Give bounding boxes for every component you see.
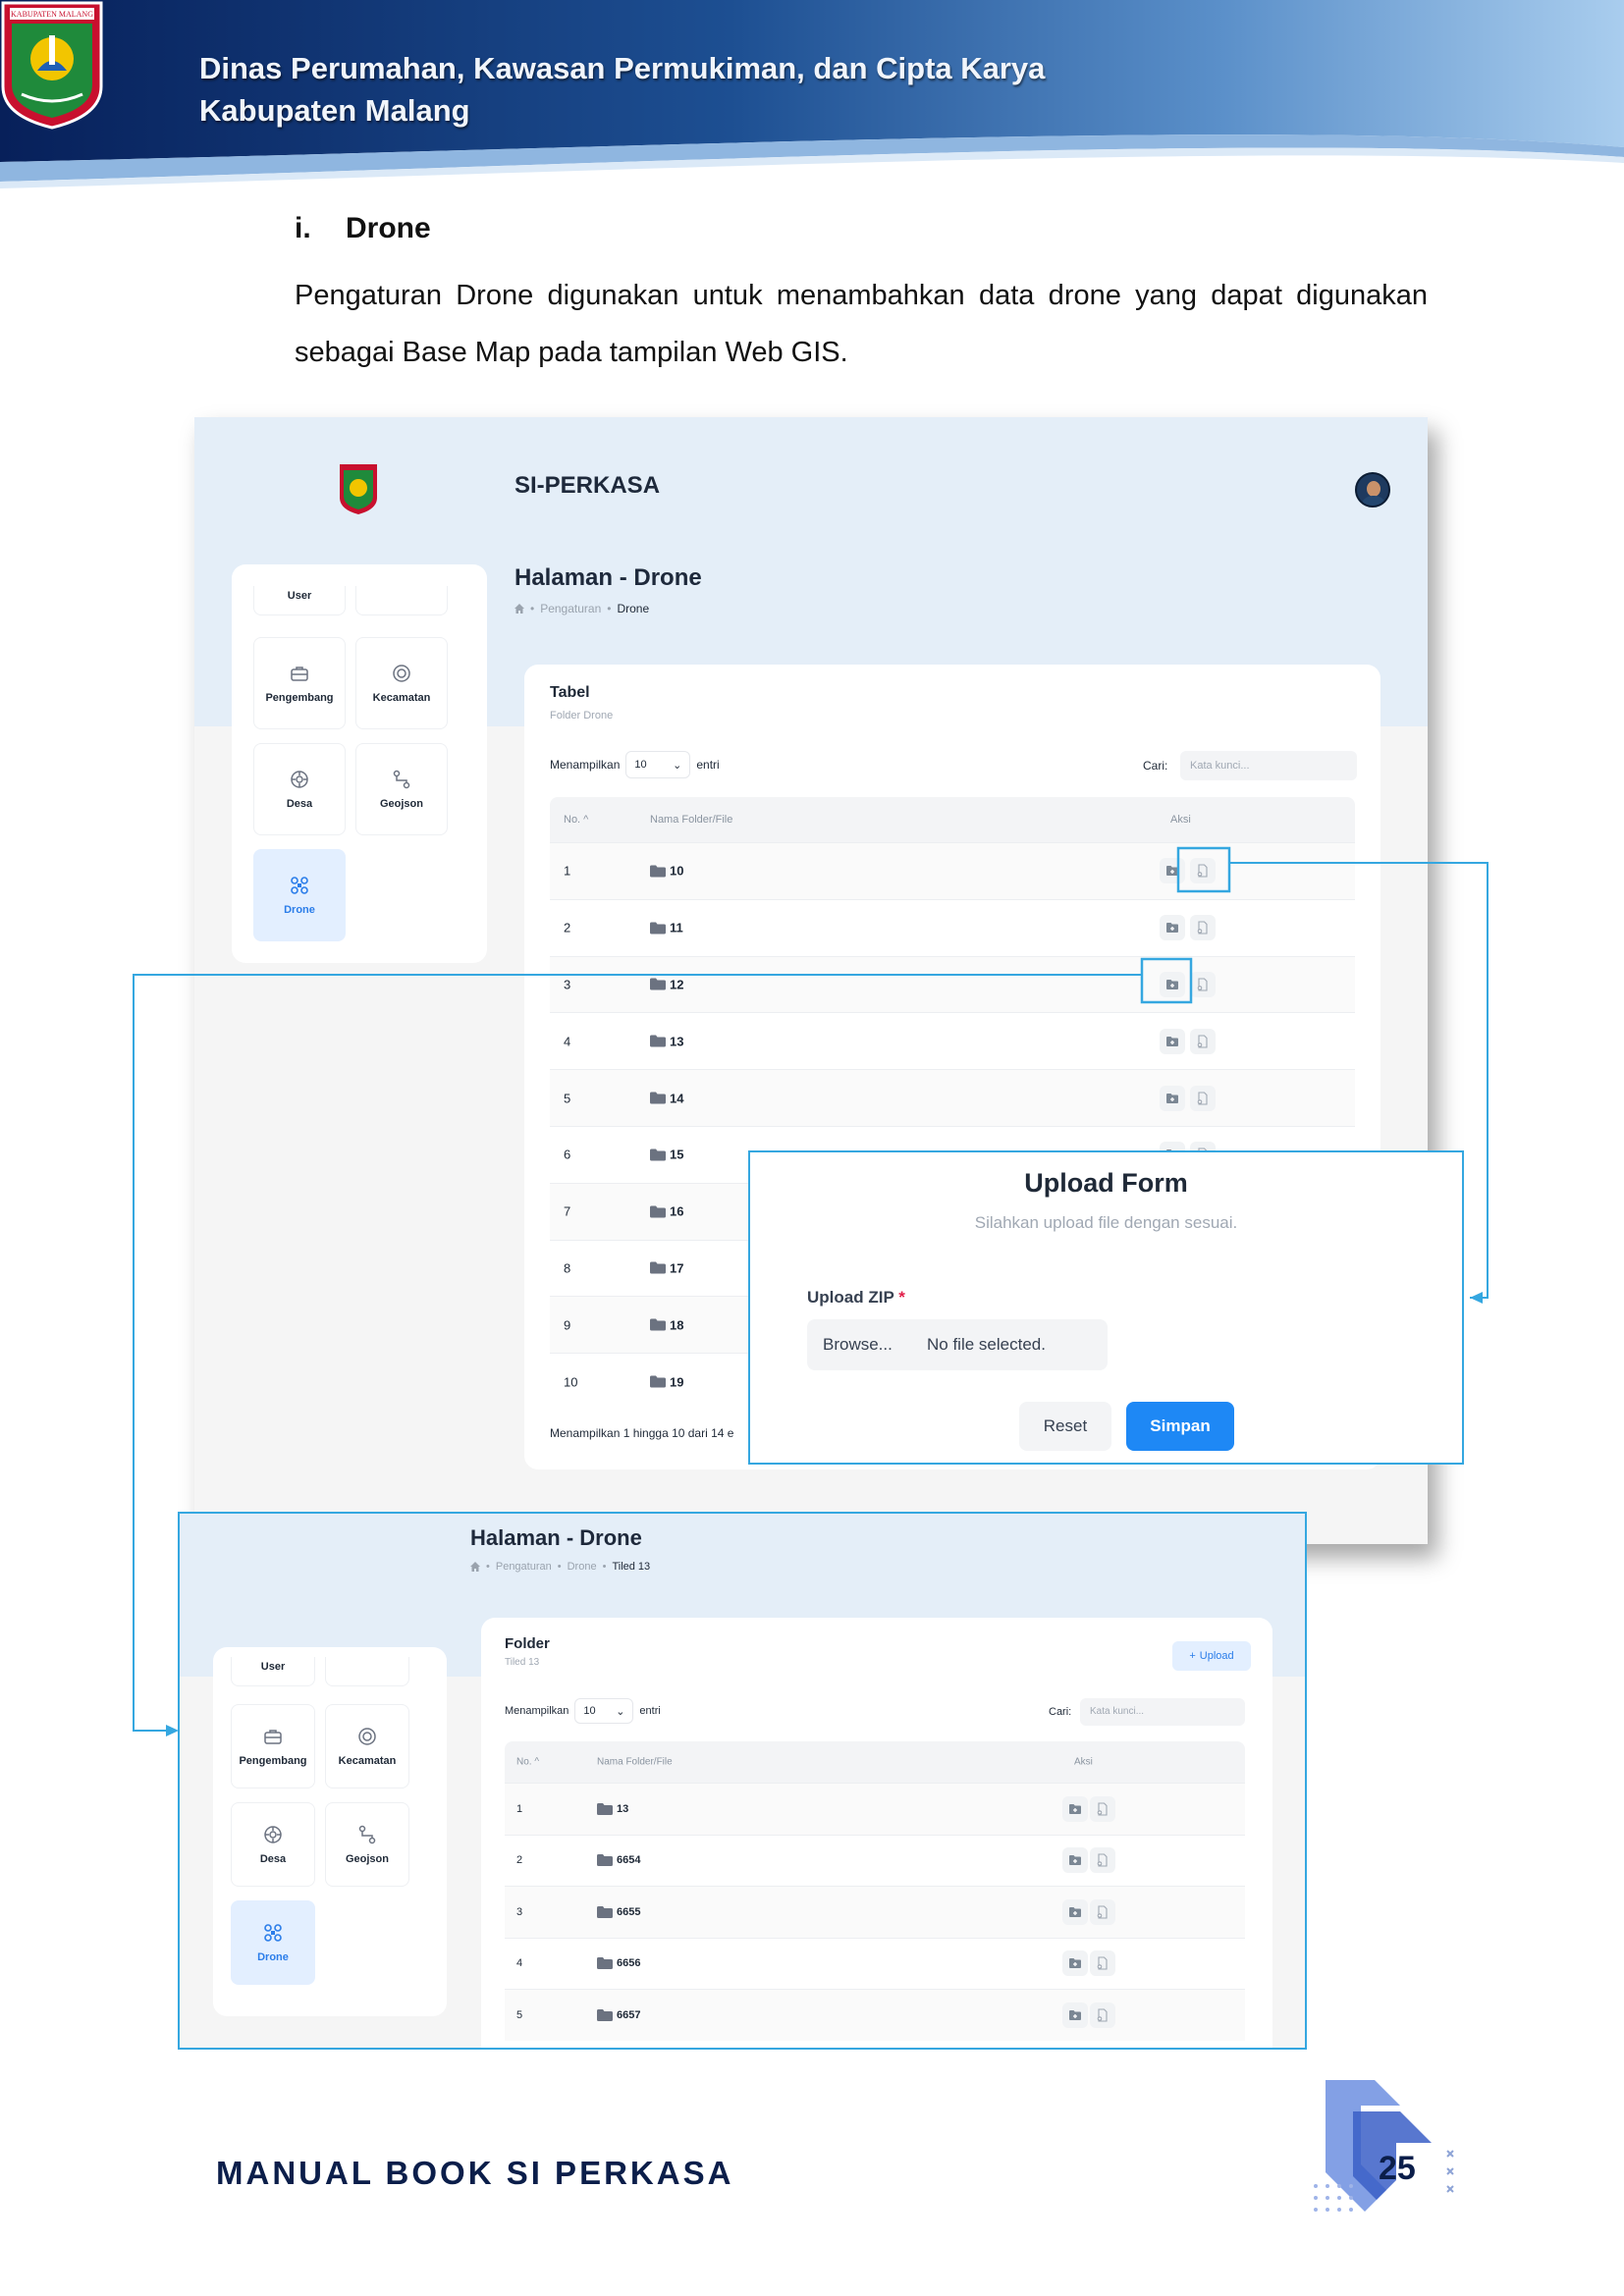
arrow-head-icon <box>1470 1292 1483 1304</box>
callout-line-upload <box>1229 862 1489 1299</box>
footer-title: MANUAL BOOK SI PERKASA <box>216 2155 734 2191</box>
highlight-upload-action <box>1176 846 1231 893</box>
page-number: 25 <box>1379 2150 1416 2187</box>
callout-line-open-folder <box>133 974 1142 1732</box>
highlight-open-folder-action <box>1140 957 1193 1004</box>
callout-annotations <box>133 846 1489 1736</box>
page-number-decoration-icon <box>1314 2080 1454 2212</box>
arrow-head-icon <box>166 1725 179 1736</box>
